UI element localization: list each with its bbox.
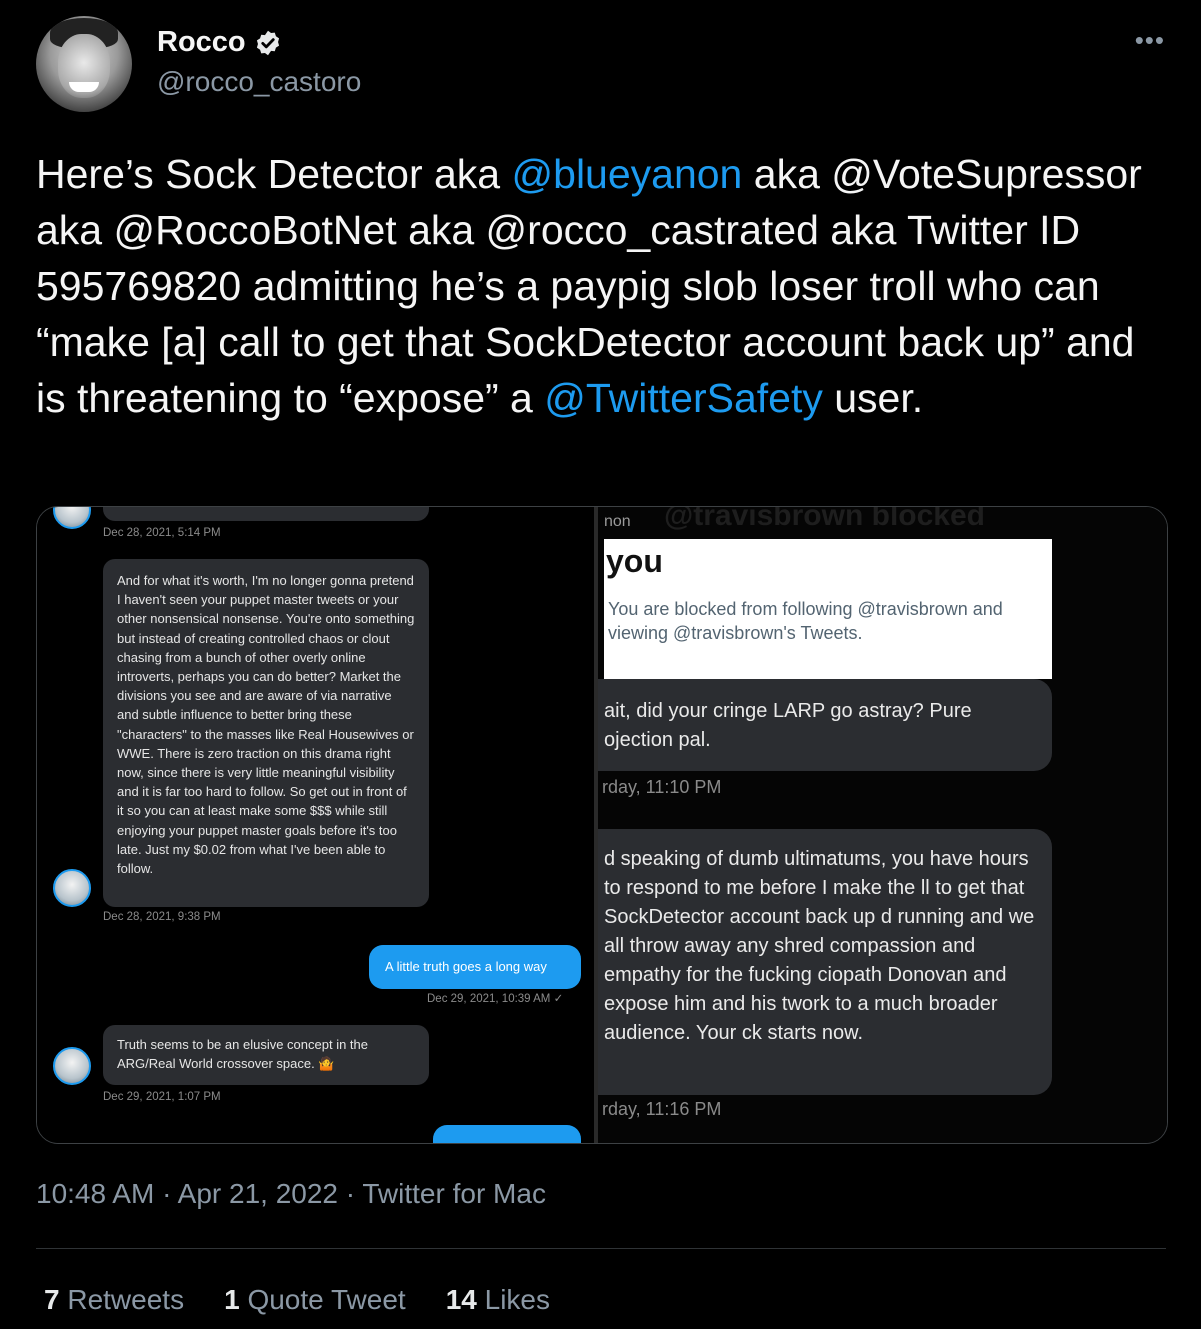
- retweets-stat[interactable]: 7 Retweets: [44, 1284, 184, 1316]
- likes-label: Likes: [484, 1284, 551, 1315]
- divider: [36, 1248, 1166, 1249]
- sender-avatar: [53, 1047, 91, 1085]
- tweet-timestamp[interactable]: 10:48 AM · Apr 21, 2022 · Twitter for Ma…: [36, 1178, 546, 1210]
- message-bubble-short: Truth seems to be an elusive concept in …: [103, 1025, 429, 1085]
- tweet-media-attachment[interactable]: Dec 28, 2021, 5:14 PM And for what it's …: [36, 506, 1168, 1144]
- message-bubble-sent-cropped: [433, 1125, 581, 1143]
- quote-tweets-stat[interactable]: 1 Quote Tweet: [224, 1284, 406, 1316]
- message-timestamp: Dec 28, 2021, 5:14 PM: [103, 527, 221, 539]
- mention-link-blueyanon[interactable]: @blueyanon: [512, 151, 743, 197]
- author-avatar[interactable]: [36, 16, 132, 112]
- message-timestamp: rday, 11:16 PM: [602, 1099, 722, 1119]
- quote-tweets-label: Quote Tweet: [247, 1284, 406, 1315]
- message-timestamp-sent: Dec 29, 2021, 10:39 AM ✓: [427, 993, 564, 1005]
- media-image-right[interactable]: non @travisbrown blocked you You are blo…: [598, 507, 1167, 1143]
- message-timestamp: Dec 28, 2021, 9:38 PM: [103, 911, 221, 923]
- media-image-left[interactable]: Dec 28, 2021, 5:14 PM And for what it's …: [37, 507, 597, 1143]
- author-name[interactable]: Rocco: [157, 26, 246, 59]
- likes-stat[interactable]: 14 Likes: [446, 1284, 550, 1316]
- sender-avatar: [53, 869, 91, 907]
- retweets-count: 7: [44, 1284, 60, 1315]
- engagement-stats: 7 Retweets 1 Quote Tweet 14 Likes: [44, 1284, 550, 1316]
- author-handle[interactable]: @rocco_castoro: [157, 66, 361, 98]
- mention-link-twittersafety[interactable]: @TwitterSafety: [544, 375, 823, 421]
- message-bubble-long: And for what it's worth, I'm no longer g…: [103, 559, 429, 907]
- tweet-text-part1: Here’s Sock Detector aka: [36, 151, 512, 197]
- blocked-card-title: you: [606, 543, 663, 579]
- blocked-notice-card: you You are blocked from following @trav…: [604, 539, 1052, 679]
- faded-header: @travisbrown blocked: [664, 507, 985, 532]
- message-bubble-long: d speaking of dumb ultimatums, you have …: [598, 829, 1052, 1095]
- message-bubble-sent: A little truth goes a long way: [369, 945, 581, 989]
- cropped-message-bubble: [103, 507, 429, 521]
- tweet-body: Here’s Sock Detector aka @blueyanon aka …: [36, 146, 1166, 426]
- verified-badge-icon: [256, 30, 279, 55]
- tweet-text-part3: user.: [822, 375, 924, 421]
- cropped-name-label: non: [604, 513, 631, 530]
- quote-tweets-count: 1: [224, 1284, 240, 1315]
- message-bubble: ait, did your cringe LARP go astray? Pur…: [598, 679, 1052, 771]
- likes-count: 14: [445, 1284, 477, 1315]
- sender-avatar: [53, 507, 91, 529]
- retweets-label: Retweets: [67, 1284, 185, 1315]
- message-timestamp: rday, 11:10 PM: [602, 777, 722, 797]
- author-name-row[interactable]: Rocco: [157, 26, 282, 59]
- more-options-icon[interactable]: •••: [1135, 27, 1165, 53]
- blocked-card-message: You are blocked from following @travisbr…: [608, 599, 1003, 643]
- message-timestamp: Dec 29, 2021, 1:07 PM: [103, 1091, 221, 1103]
